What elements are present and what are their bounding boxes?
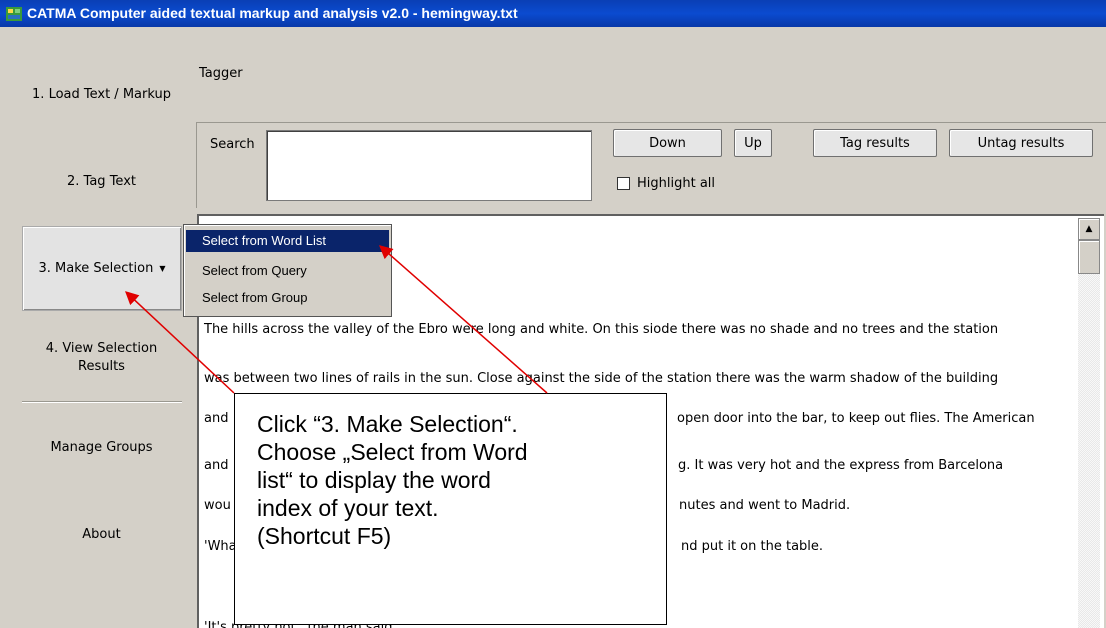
annotation-arrows [125,245,548,394]
arrow-to-make-selection [125,291,235,394]
arrow-to-word-list [378,245,548,394]
